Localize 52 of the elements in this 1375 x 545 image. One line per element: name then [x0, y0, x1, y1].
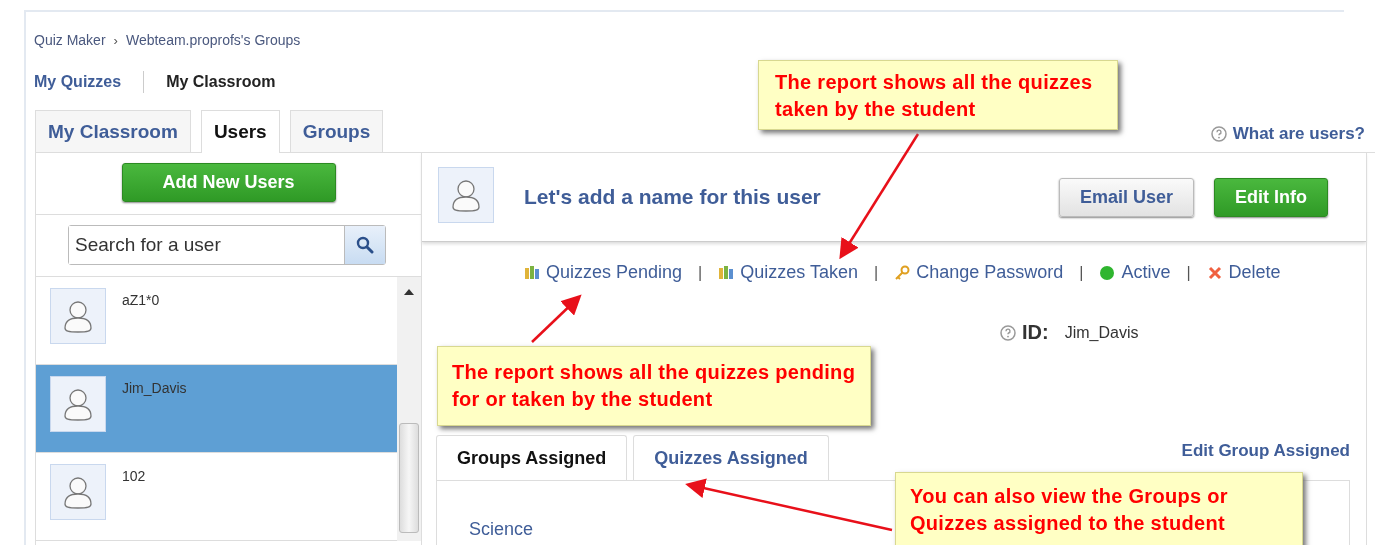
action-link[interactable]: Active — [1099, 262, 1171, 283]
user-name: 102 — [122, 468, 146, 484]
avatar-icon — [50, 376, 106, 432]
search-button[interactable] — [344, 226, 385, 264]
help-link[interactable]: What are users? — [1210, 124, 1365, 152]
callout-note: You can also view the Groups or Quizzes assigned to the student — [895, 472, 1303, 545]
tab[interactable]: Quizzes Assigned — [633, 435, 829, 480]
books-icon — [718, 264, 735, 281]
scroll-thumb[interactable] — [399, 423, 419, 533]
user-name: Jim_Davis — [122, 380, 187, 396]
scrollbar[interactable] — [397, 277, 421, 541]
action-separator: | — [874, 263, 879, 282]
user-list-item[interactable]: 102 — [36, 453, 397, 541]
breadcrumb-link[interactable]: Quiz Maker — [34, 32, 106, 48]
action-separator: | — [698, 263, 703, 282]
breadcrumb-separator: › — [113, 32, 118, 48]
avatar-icon — [50, 464, 106, 520]
id-label: ID: — [1022, 321, 1049, 344]
arrow — [531, 294, 582, 343]
key-icon — [894, 264, 911, 281]
action-separator: | — [1079, 263, 1084, 282]
user-name-prompt: Let's add a name for this user — [524, 185, 822, 209]
user-name: aZ1*0 — [122, 292, 160, 308]
delete-icon — [1206, 264, 1223, 281]
tab[interactable]: Groups — [289, 110, 384, 152]
id-value: Jim_Davis — [1064, 323, 1139, 342]
tab[interactable]: My Classroom — [35, 110, 191, 152]
callout-note: The report shows all the quizzes taken by the student — [758, 60, 1118, 130]
group-link[interactable]: Science — [469, 519, 534, 539]
breadcrumb-link[interactable]: Webteam.proprofs's Groups — [125, 32, 301, 48]
tab[interactable]: Users — [200, 110, 280, 153]
email-user-button[interactable]: Email User — [1058, 177, 1194, 217]
help-icon — [1210, 126, 1227, 142]
avatar-icon — [50, 288, 106, 344]
scroll-up-arrow[interactable] — [404, 289, 414, 295]
help-icon — [1000, 324, 1016, 341]
action-separator: | — [1186, 263, 1191, 282]
avatar-icon — [438, 167, 494, 223]
status-dot-icon — [1099, 264, 1116, 281]
user-list-item[interactable]: Jim_Davis — [36, 365, 397, 453]
search-icon — [356, 236, 374, 254]
action-link[interactable]: Quizzes Pending — [524, 262, 683, 283]
edit-group-link[interactable]: Edit Group Assigned — [1181, 441, 1350, 461]
nav-link[interactable]: My Quizzes — [34, 73, 122, 91]
search-field[interactable]: Search for a user — [68, 225, 386, 265]
action-link[interactable]: Quizzes Taken — [718, 262, 858, 283]
tab[interactable]: Groups Assigned — [436, 435, 628, 480]
action-link[interactable]: Change Password — [894, 262, 1064, 283]
callout-note: The report shows all the quizzes pending for or taken by the student — [437, 346, 871, 426]
action-link[interactable]: Delete — [1206, 262, 1281, 283]
books-icon — [524, 264, 540, 281]
nav-link[interactable]: My Classroom — [166, 73, 276, 91]
